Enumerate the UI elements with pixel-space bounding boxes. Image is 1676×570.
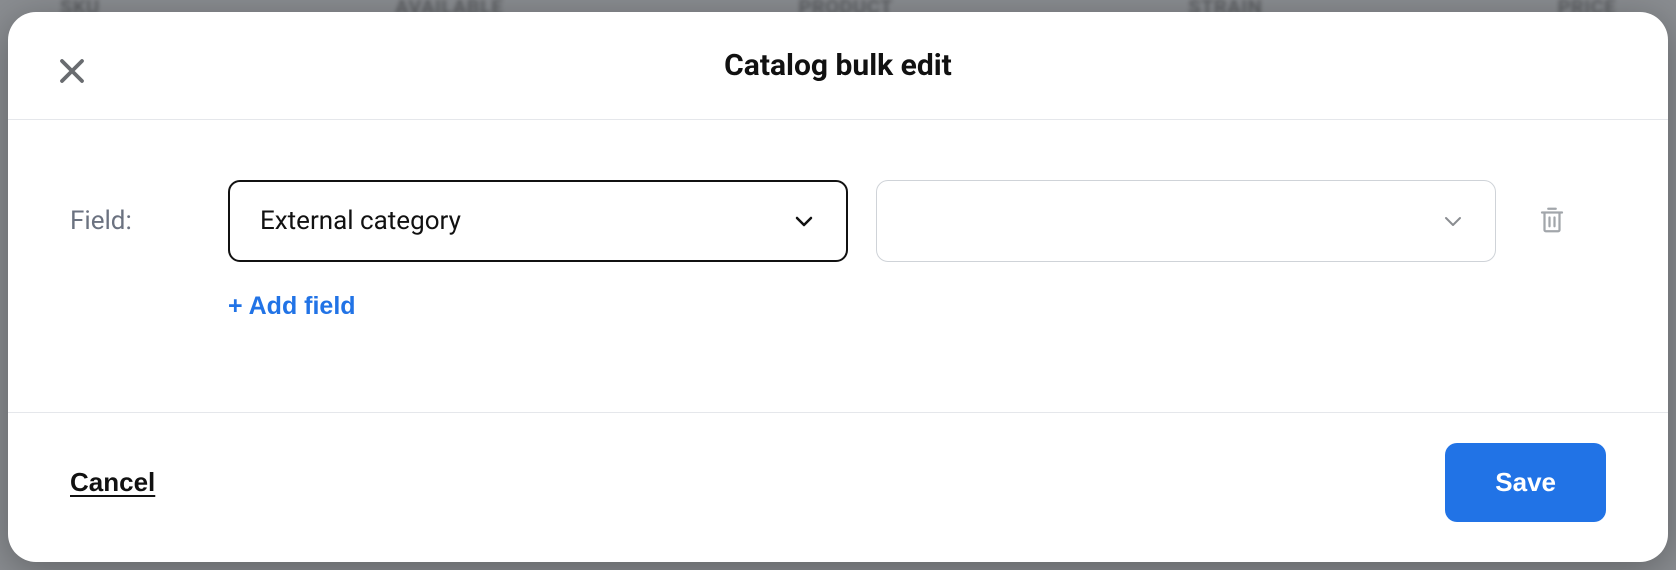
field-select-wrap: External category xyxy=(228,180,848,262)
chevron-down-icon xyxy=(1441,209,1465,233)
chevron-down-icon xyxy=(792,209,816,233)
value-select-wrap xyxy=(876,180,1496,262)
delete-field-button[interactable] xyxy=(1532,201,1572,241)
modal-body: Field: External category xyxy=(8,120,1668,413)
add-field-row: + Add field xyxy=(228,292,1606,321)
close-button[interactable] xyxy=(52,52,92,92)
add-field-button[interactable]: + Add field xyxy=(228,292,356,321)
cancel-button[interactable]: Cancel xyxy=(70,467,155,498)
bulk-edit-modal: Catalog bulk edit Field: External catego… xyxy=(8,12,1668,562)
value-select[interactable] xyxy=(876,180,1496,262)
modal-header: Catalog bulk edit xyxy=(8,12,1668,120)
field-row: Field: External category xyxy=(70,180,1606,262)
modal-footer: Cancel Save xyxy=(8,413,1668,562)
close-icon xyxy=(57,56,87,89)
field-select-value: External category xyxy=(260,206,461,236)
save-button[interactable]: Save xyxy=(1445,443,1606,522)
field-select[interactable]: External category xyxy=(228,180,848,262)
modal-title: Catalog bulk edit xyxy=(724,48,952,83)
field-label: Field: xyxy=(70,206,200,236)
trash-icon xyxy=(1537,205,1567,238)
